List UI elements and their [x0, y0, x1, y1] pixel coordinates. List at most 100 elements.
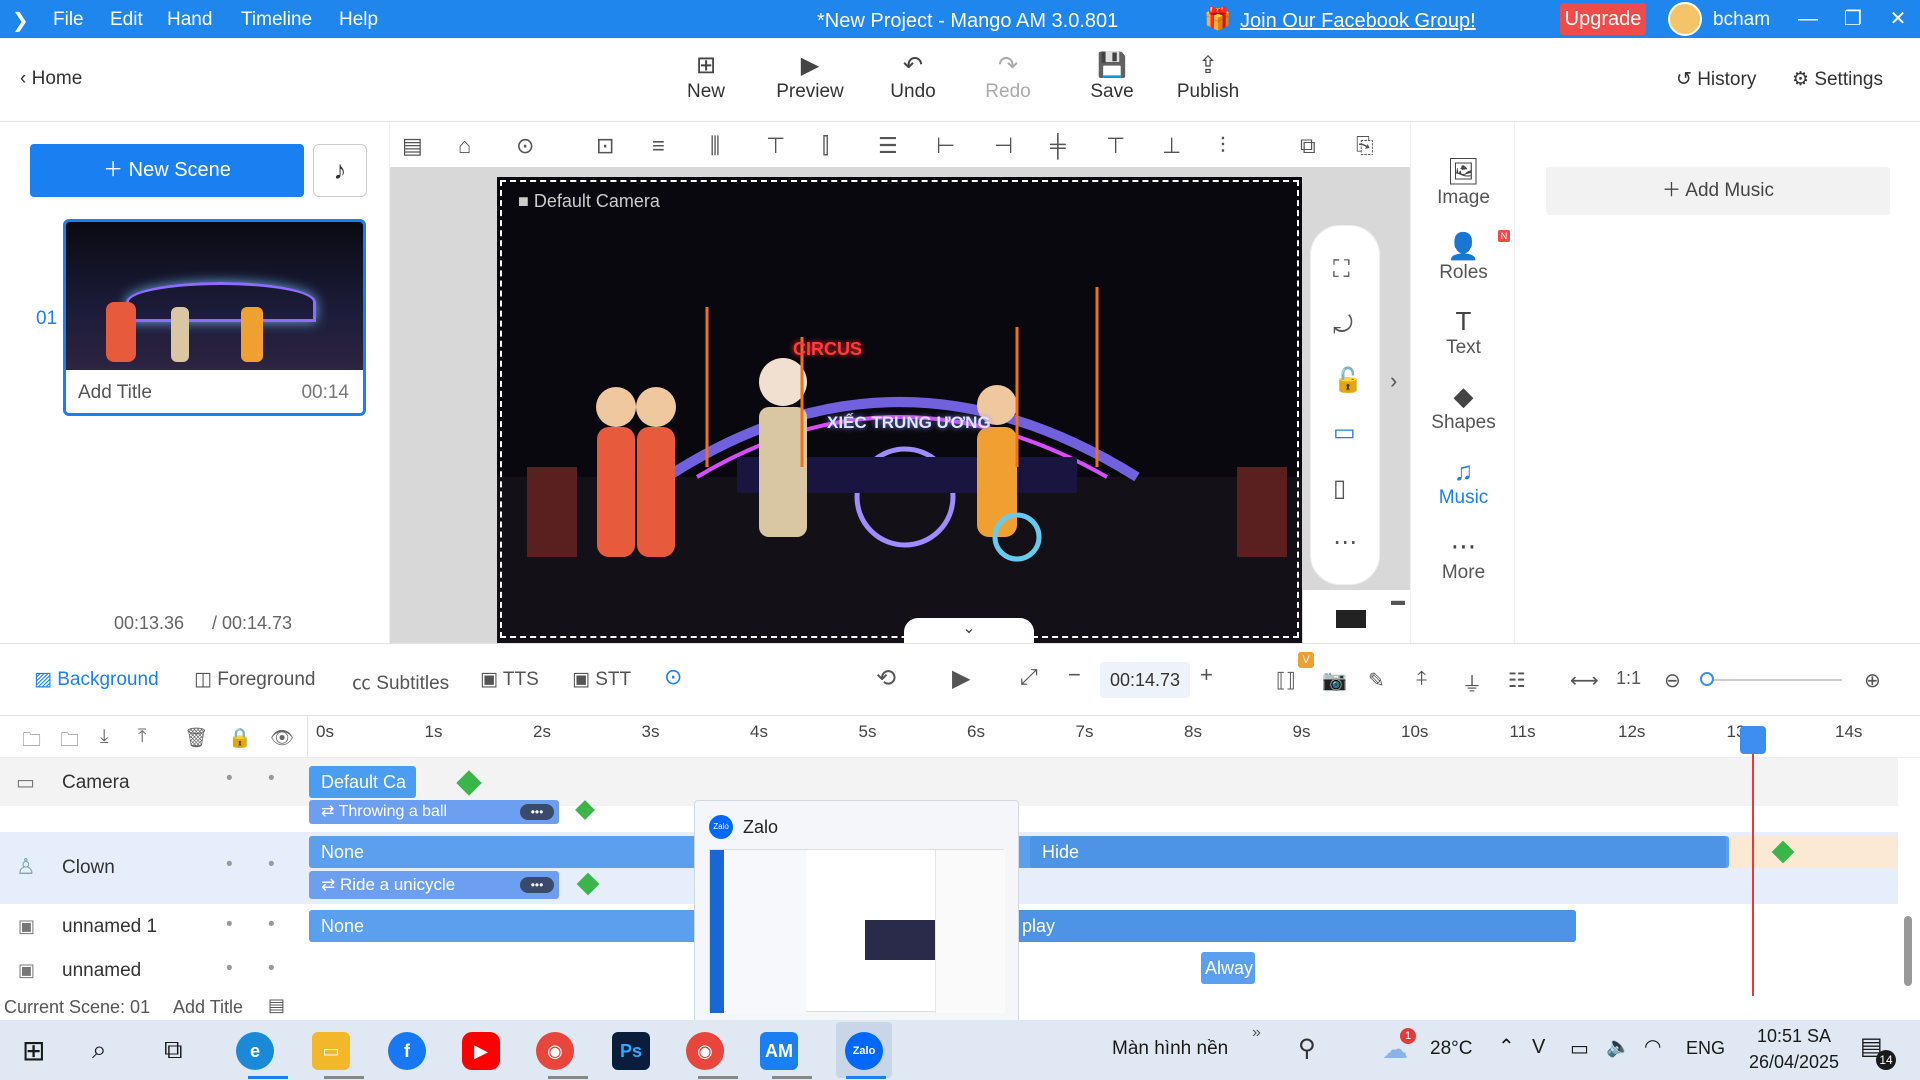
filter-icon[interactable]: ⏚: [1462, 668, 1482, 697]
align-middle-icon[interactable]: ╪: [1050, 133, 1066, 159]
align-center-icon[interactable]: ≡: [652, 133, 665, 159]
add-title-link[interactable]: Add Title: [173, 997, 243, 1018]
maximize-icon[interactable]: ▬: [1391, 592, 1405, 608]
track-clown[interactable]: ♙ Clown • •: [0, 832, 308, 904]
tab-more[interactable]: ⋯ More: [1411, 530, 1516, 584]
split-icon[interactable]: ⍏: [1416, 668, 1428, 691]
align-horizontal-icon[interactable]: ☰: [878, 133, 898, 159]
duration-field[interactable]: 00:14.73: [1100, 662, 1190, 698]
zoom-slider-track[interactable]: [1702, 679, 1842, 681]
people-icon[interactable]: ⚲: [1298, 1034, 1316, 1063]
vertical-scrollbar[interactable]: [1904, 916, 1912, 986]
close-icon[interactable]: ✕: [1883, 4, 1913, 34]
more-dots-icon[interactable]: ⊙: [516, 133, 534, 159]
taskbar-preview-popup[interactable]: Zalo Zalo: [694, 800, 1019, 1025]
chrome-profile-icon[interactable]: ◉: [686, 1032, 724, 1070]
lock-icon[interactable]: 🔒: [228, 726, 252, 750]
search-icon[interactable]: ⌕: [92, 1034, 107, 1066]
distribute-icon[interactable]: ⫼: [710, 133, 720, 159]
preview-button[interactable]: ▶ Preview: [765, 51, 855, 103]
facebook-icon[interactable]: f: [388, 1032, 426, 1070]
clip-options-icon[interactable]: •••: [520, 877, 554, 893]
lock-icon[interactable]: 🔓: [1333, 366, 1363, 395]
move-up-icon[interactable]: ⤒: [138, 726, 146, 748]
collapse-chevron-icon[interactable]: ⌄: [904, 618, 1034, 643]
battery-icon[interactable]: ▭: [1570, 1036, 1589, 1061]
scene-card[interactable]: Add Title 00:14: [63, 219, 366, 416]
more-icon[interactable]: ⋯: [1333, 528, 1357, 557]
volume-icon[interactable]: 🔈: [1606, 1034, 1631, 1059]
time-ruler[interactable]: 0s1s2s3s4s5s6s7s8s9s10s11s12s13s14s: [308, 716, 1920, 758]
menu-edit[interactable]: Edit: [110, 9, 143, 31]
photoshop-icon[interactable]: Ps: [612, 1032, 650, 1070]
ruler-icon[interactable]: ▤: [402, 133, 423, 159]
language-indicator[interactable]: ENG: [1686, 1038, 1725, 1059]
fullscreen-icon[interactable]: ⤢: [1020, 664, 1038, 690]
chrome-icon[interactable]: ◉: [536, 1032, 574, 1070]
replay-icon[interactable]: ⟲: [876, 664, 896, 693]
paste-icon[interactable]: ⎘: [1356, 133, 1374, 159]
restore-icon[interactable]: ❐: [1838, 4, 1868, 34]
clip-camera[interactable]: Default Ca: [309, 766, 416, 798]
delete-icon[interactable]: 🗑: [184, 726, 208, 750]
weather-temp[interactable]: 28°C: [1430, 1038, 1472, 1060]
clip-unnamed-1-play[interactable]: play: [1010, 910, 1576, 942]
username[interactable]: bcham: [1713, 9, 1770, 31]
redo-button[interactable]: ↷ Redo: [963, 51, 1053, 103]
copy-icon[interactable]: ⧉: [1300, 133, 1316, 159]
publish-button[interactable]: ⇪ Publish: [1163, 51, 1253, 103]
add-folder-icon[interactable]: 🗀: [22, 726, 41, 758]
menu-help[interactable]: Help: [339, 9, 378, 31]
tab-text[interactable]: T Text: [1411, 305, 1516, 359]
camera-frame[interactable]: [500, 180, 1299, 638]
track-camera[interactable]: ▭ Camera • •: [0, 758, 308, 806]
align-vertical-icon[interactable]: ⫿: [822, 133, 829, 159]
zoom-in-icon[interactable]: ⊕: [1864, 668, 1881, 693]
fit-screen-icon[interactable]: ⛶: [1333, 256, 1350, 284]
playhead[interactable]: [1752, 736, 1754, 996]
tray-app-icon[interactable]: V: [1532, 1036, 1545, 1059]
avatar[interactable]: [1668, 2, 1702, 36]
playhead-handle[interactable]: [1740, 726, 1766, 754]
track-unnamed[interactable]: ▣ unnamed • •: [0, 948, 308, 990]
task-view-icon[interactable]: ⧉: [164, 1034, 183, 1066]
align-left-icon[interactable]: ⊢: [936, 133, 955, 159]
align-top-icon[interactable]: ⊤: [766, 133, 785, 159]
eye-icon[interactable]: 👁: [270, 726, 294, 750]
decrease-time-icon[interactable]: −: [1068, 662, 1081, 688]
camera-frame-icon[interactable]: ⟦⟧: [1276, 668, 1296, 693]
zoom-out-icon[interactable]: ⊖: [1664, 668, 1681, 693]
landscape-icon[interactable]: ▭: [1333, 418, 1356, 447]
rotate-icon[interactable]: ⤾: [1333, 312, 1353, 340]
home-view-icon[interactable]: ⌂: [458, 133, 471, 159]
tab-shapes[interactable]: ◆ Shapes: [1411, 380, 1516, 434]
scene-music-button[interactable]: ♪: [313, 144, 367, 197]
upgrade-button[interactable]: Upgrade: [1560, 3, 1646, 35]
screenshot-icon[interactable]: 📷: [1322, 668, 1347, 693]
clip-options-icon[interactable]: •••: [520, 804, 554, 820]
clip-clown-hide[interactable]: Hide: [1030, 836, 1726, 868]
more-tabs-icon[interactable]: ⊙: [664, 664, 682, 690]
menu-timeline[interactable]: Timeline: [241, 9, 312, 31]
chevron-right-icon[interactable]: ›: [1390, 368, 1397, 394]
minimize-icon[interactable]: —: [1793, 4, 1823, 34]
menu-hand[interactable]: Hand: [167, 9, 212, 31]
align-top-edge-icon[interactable]: ⊤: [1106, 133, 1125, 159]
clip-unnamed[interactable]: Alway: [1201, 952, 1255, 984]
home-button[interactable]: ‹ Home: [20, 68, 82, 90]
settings-button[interactable]: ⚙ Settings: [1792, 68, 1883, 91]
menu-file[interactable]: File: [53, 9, 84, 31]
focus-icon[interactable]: ⊡: [596, 133, 614, 159]
zoom-slider-handle[interactable]: [1700, 672, 1714, 686]
move-down-icon[interactable]: ⤓: [100, 726, 108, 748]
new-scene-button[interactable]: ＋ New Scene: [30, 144, 304, 197]
wifi-icon[interactable]: ◠: [1644, 1034, 1661, 1059]
tab-background[interactable]: ▨ Background: [34, 668, 159, 691]
add-music-button[interactable]: ＋ Add Music: [1546, 167, 1890, 215]
chevron-up-icon[interactable]: ⌃: [1498, 1034, 1515, 1059]
youtube-icon[interactable]: ▶: [462, 1032, 500, 1070]
zalo-taskbar-icon[interactable]: Zalo: [845, 1032, 883, 1070]
tab-stt[interactable]: ▣ STT: [572, 668, 631, 691]
windows-start-icon[interactable]: ⊞: [22, 1034, 45, 1067]
facebook-group-link[interactable]: Join Our Facebook Group!: [1240, 10, 1476, 33]
